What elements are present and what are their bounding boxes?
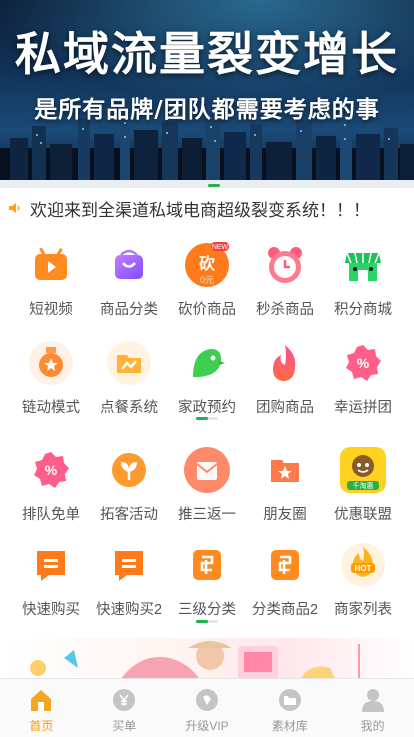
bargain-badge-icon: 砍 0元 NEW [182,240,232,290]
grid-item-label: 推三返一 [178,507,236,523]
app-page: 私域流量裂变增长 是所有品牌/团队都需要考虑的事 欢迎来到全渠道私域电商超级裂变… [0,0,414,737]
grid-item-category[interactable]: 商品分类 [88,240,170,319]
coupon-icon [182,540,232,590]
grid-item-group-buy[interactable]: 团购商品 [244,338,326,417]
banner-pager-track [0,180,414,188]
grid-item-label: 积分商城 [334,302,392,318]
grid-item-label: 三级分类 [178,602,236,618]
grid-item-label: 砍价商品 [178,302,236,318]
percent-badge-icon: % [338,338,388,388]
grid-item-three-level-category[interactable]: 三级分类 [166,540,248,619]
grid-item-label: 链动模式 [22,400,80,416]
promo-illustration [30,641,360,680]
speaker-icon [9,203,20,213]
grid-item-points-mall[interactable]: 积分商城 [322,240,404,319]
chat-list-icon [26,540,76,590]
badge-text: 千淘惠 [353,481,374,490]
grid-item-moments[interactable]: 朋友圈 [244,445,326,524]
svg-text:%: % [357,355,370,371]
user-icon [361,689,384,712]
grid-item-ordering[interactable]: 点餐系统 [88,338,170,417]
tab-upgrade-vip[interactable]: 升级VIP [166,679,249,737]
tab-home[interactable]: 首页 [0,679,83,737]
diamond-icon [195,689,218,711]
grid-item-short-video[interactable]: 短视频 [10,240,92,319]
flame-icon [260,338,310,388]
grid-item-label: 朋友圈 [263,507,307,523]
grid-item-chain-mode[interactable]: 链动模式 [10,338,92,417]
promo-banner[interactable]: 私域流量裂变增长 是所有品牌/团队都需要考虑的事 [0,0,414,188]
grid-item-label: 秒杀商品 [256,302,314,318]
alarm-clock-icon [260,240,310,290]
chat-list-icon [104,540,154,590]
tab-mine[interactable]: 我的 [331,679,414,737]
grid-item-bargain[interactable]: 砍 0元 NEW 砍价商品 [166,240,248,319]
grid-item-label: 优惠联盟 [334,507,392,523]
shopping-bag-icon [104,240,154,290]
notice-text: 欢迎来到全渠道私域电商超级裂变系统！！！ [30,200,370,220]
grid-item-category-goods-2[interactable]: 分类商品2 [244,540,326,619]
grid-item-label: 家政预约 [178,400,236,416]
tab-label: 素材库 [271,719,308,733]
badge-price: 0元 [200,275,214,285]
hot-badge-icon: HOT [338,540,388,590]
banner-subtitle: 是所有品牌/团队都需要考虑的事 [34,97,380,123]
badge-text: HOT [355,564,372,573]
promo-image-strip[interactable] [0,638,414,680]
grid-item-lucky-group[interactable]: % 幸运拼团 [322,338,404,417]
grid-item-label: 团购商品 [256,400,314,416]
grid-item-refer-three[interactable]: 推三返一 [166,445,248,524]
grid-item-merchant-list[interactable]: HOT 商家列表 [322,540,404,619]
grid-item-label: 排队免单 [22,507,80,523]
notice-bar[interactable]: 欢迎来到全渠道私域电商超级裂变系统！！！ [0,190,414,226]
grid-page-indicator [196,620,218,623]
home-icon [31,690,52,711]
folder-icon [278,689,301,711]
grid-item-acquisition[interactable]: 拓客活动 [88,445,170,524]
badge-text: 砍 [199,254,216,273]
tab-pay-bill[interactable]: 买单 [83,679,166,737]
banner-pager-dot[interactable] [208,184,220,187]
bird-icon [182,338,232,388]
grid-item-label: 拓客活动 [100,507,158,523]
grid-item-label: 商品分类 [100,302,158,318]
tab-label: 我的 [360,719,385,733]
grid-item-flash-sale[interactable]: 秒杀商品 [244,240,326,319]
grid-item-label: 快速购买2 [95,602,163,618]
grid-item-label: 分类商品2 [251,602,319,618]
percent-badge-icon: % [26,445,76,495]
tab-material-library[interactable]: 素材库 [248,679,331,737]
sprout-icon [104,445,154,495]
folder-chart-icon [104,338,154,388]
tab-label: 升级VIP [185,719,229,733]
grid-item-housekeeping[interactable]: 家政预约 [166,338,248,417]
store-icon [338,240,388,290]
grid-item-label: 幸运拼团 [334,400,392,416]
banner-title: 私域流量裂变增长 [15,27,399,81]
coupon-icon [260,540,310,590]
yen-icon [113,689,136,711]
mascot-icon: 千淘惠 [338,445,388,495]
tab-label: 买单 [112,719,137,733]
grid-item-label: 商家列表 [334,602,392,618]
grid-page-indicator [196,417,218,420]
tab-label: 首页 [29,719,54,733]
grid-item-queue-free[interactable]: % 排队免单 [10,445,92,524]
star-folder-icon [260,445,310,495]
grid-item-discount-alliance[interactable]: 千淘惠 优惠联盟 [322,445,404,524]
grid-item-quick-buy-2[interactable]: 快速购买2 [88,540,170,619]
tv-icon [26,240,76,290]
badge-new: NEW [212,244,229,251]
medal-icon [26,338,76,388]
grid-item-label: 快速购买 [22,602,80,618]
svg-text:%: % [45,462,58,478]
grid-item-quick-buy[interactable]: 快速购买 [10,540,92,619]
bottom-tab-bar: 首页 买单 升级VIP 素材库 我的 [0,678,414,737]
grid-item-label: 点餐系统 [100,400,158,416]
envelope-icon [182,445,232,495]
grid-item-label: 短视频 [29,302,73,318]
